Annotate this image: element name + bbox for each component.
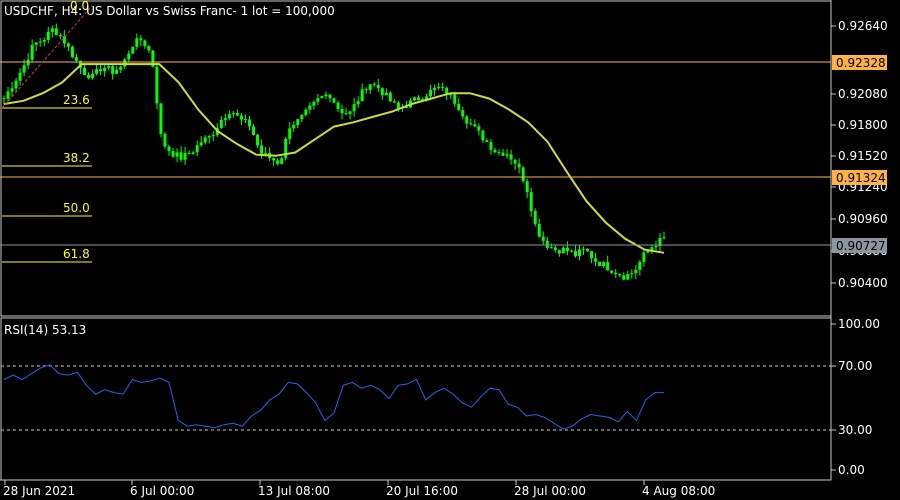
price-tag-bid-label: 0.90727 xyxy=(836,239,886,253)
fib-label-50-0: 50.0 xyxy=(63,201,90,215)
time-tick-2: 6 Jul 00:00 xyxy=(130,484,194,498)
price-tick-6: 0.90960 xyxy=(838,212,888,226)
price-tag-upper[interactable]: 0.92328 xyxy=(832,55,887,70)
time-tick-3: 13 Jul 08:00 xyxy=(258,484,330,498)
fib-label-61-8: 61.8 xyxy=(63,247,90,261)
trading-chart[interactable]: 0.0 23.6 38.2 50.0 61.8 USDCHF, H4: US D… xyxy=(0,0,900,500)
time-tick-4: 20 Jul 16:00 xyxy=(386,484,458,498)
rsi-tick-100: 100.00 xyxy=(838,317,880,331)
price-tick-4: 0.91520 xyxy=(838,149,888,163)
time-tick-5: 28 Jul 00:00 xyxy=(514,484,586,498)
time-tick-6: 4 Aug 08:00 xyxy=(642,484,715,498)
price-tag-upper-label: 0.92328 xyxy=(836,56,886,70)
rsi-tick-0: 0.00 xyxy=(838,463,865,477)
fib-label-23-6: 23.6 xyxy=(63,93,90,107)
price-tick-3: 0.91800 xyxy=(838,118,888,132)
price-tick-1: 0.92640 xyxy=(838,19,888,33)
price-tag-lower[interactable]: 0.91324 xyxy=(832,170,887,185)
price-tag-bid: 0.90727 xyxy=(832,238,887,253)
time-tick-1: 28 Jun 2021 xyxy=(3,484,75,498)
rsi-tick-70: 70.00 xyxy=(838,359,872,373)
price-tag-lower-label: 0.91324 xyxy=(836,171,886,185)
chart-title: USDCHF, H4: US Dollar vs Swiss Franc- 1 … xyxy=(4,4,335,18)
price-tick-8: 0.90400 xyxy=(838,276,888,290)
rsi-label: RSI(14) 53.13 xyxy=(4,323,86,337)
fib-label-38-2: 38.2 xyxy=(63,151,90,165)
price-tick-2: 0.92080 xyxy=(838,87,888,101)
rsi-tick-30: 30.00 xyxy=(838,423,872,437)
chart-background xyxy=(0,0,900,500)
